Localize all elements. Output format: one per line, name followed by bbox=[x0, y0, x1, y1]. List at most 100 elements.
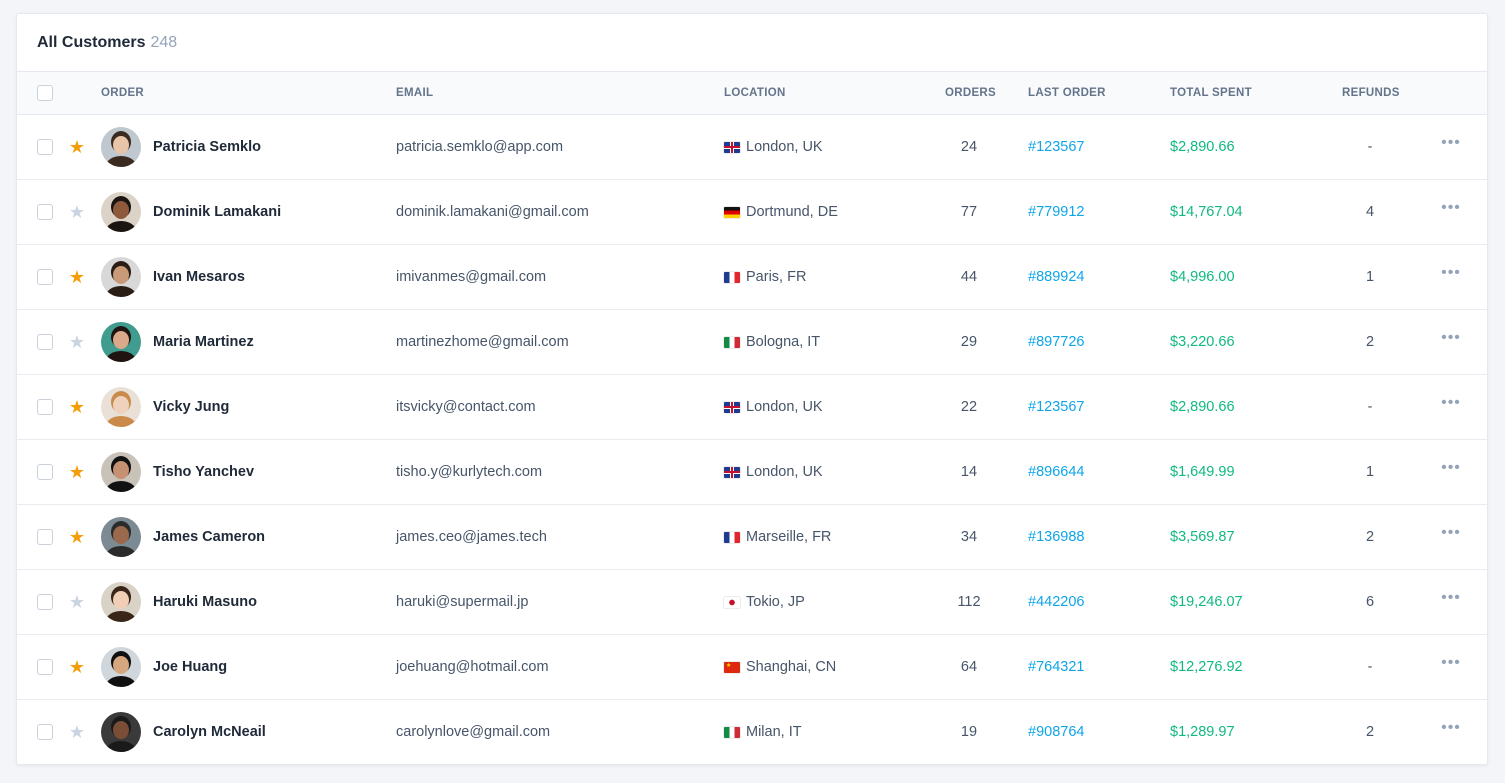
star-icon[interactable]: ★ bbox=[68, 700, 86, 764]
orders-count: 22 bbox=[960, 399, 978, 415]
last-order-link[interactable]: #123567 bbox=[1028, 115, 1084, 179]
customer-email: dominik.lamakani@gmail.com bbox=[396, 204, 589, 220]
table-row[interactable]: ★ Tisho Yanchev tisho.y@kurlytech.com Lo… bbox=[17, 440, 1487, 505]
customer-email: patricia.semklo@app.com bbox=[396, 139, 564, 155]
star-icon[interactable]: ★ bbox=[68, 180, 86, 244]
select-all-checkbox[interactable] bbox=[37, 85, 53, 101]
flag-icon bbox=[724, 401, 740, 413]
row-checkbox[interactable] bbox=[37, 659, 53, 675]
customer-location: Tokio, JP bbox=[724, 570, 805, 634]
customer-location: London, UK bbox=[724, 375, 823, 439]
flag-icon bbox=[724, 726, 740, 738]
avatar bbox=[101, 322, 141, 362]
table-row[interactable]: ★ James Cameron james.ceo@james.tech Mar… bbox=[17, 505, 1487, 570]
customer-name[interactable]: Vicky Jung bbox=[153, 375, 229, 439]
table-row[interactable]: ★ Patricia Semklo patricia.semklo@app.co… bbox=[17, 115, 1487, 180]
page-title: All Customers bbox=[37, 33, 146, 51]
row-checkbox[interactable] bbox=[37, 529, 53, 545]
table-row[interactable]: ★ Joe Huang joehuang@hotmail.com ★ Shang… bbox=[17, 635, 1487, 700]
flag-icon bbox=[724, 336, 740, 348]
row-checkbox[interactable] bbox=[37, 594, 53, 610]
orders-count: 24 bbox=[960, 139, 978, 155]
more-actions-icon[interactable]: ••• bbox=[1441, 306, 1461, 370]
column-header-total-spent[interactable]: TOTAL SPENT bbox=[1170, 72, 1252, 114]
customer-name[interactable]: Carolyn McNeail bbox=[153, 700, 266, 764]
customer-email: haruki@supermail.jp bbox=[396, 594, 529, 610]
location-text: Marseille, FR bbox=[746, 529, 832, 545]
customer-name[interactable]: Ivan Mesaros bbox=[153, 245, 245, 309]
table-row[interactable]: ★ Ivan Mesaros imivanmes@gmail.com Paris… bbox=[17, 245, 1487, 310]
column-header-last-order[interactable]: LAST ORDER bbox=[1028, 72, 1106, 114]
orders-count: 14 bbox=[960, 464, 978, 480]
star-icon[interactable]: ★ bbox=[68, 505, 86, 569]
refunds-count: 2 bbox=[1365, 724, 1375, 740]
more-actions-icon[interactable]: ••• bbox=[1441, 501, 1461, 565]
last-order-link[interactable]: #897726 bbox=[1028, 310, 1084, 374]
last-order-link[interactable]: #908764 bbox=[1028, 700, 1084, 764]
column-header-refunds[interactable]: REFUNDS bbox=[1342, 72, 1400, 114]
location-text: Paris, FR bbox=[746, 269, 807, 285]
table-row[interactable]: ★ Vicky Jung itsvicky@contact.com London… bbox=[17, 375, 1487, 440]
row-checkbox[interactable] bbox=[37, 139, 53, 155]
table-row[interactable]: ★ Dominik Lamakani dominik.lamakani@gmai… bbox=[17, 180, 1487, 245]
table-row[interactable]: ★ Maria Martinez martinezhome@gmail.com … bbox=[17, 310, 1487, 375]
star-icon[interactable]: ★ bbox=[68, 375, 86, 439]
last-order-link[interactable]: #896644 bbox=[1028, 440, 1084, 504]
last-order-link[interactable]: #442206 bbox=[1028, 570, 1084, 634]
row-checkbox[interactable] bbox=[37, 399, 53, 415]
orders-count: 112 bbox=[957, 594, 981, 610]
customer-name[interactable]: Dominik Lamakani bbox=[153, 180, 281, 244]
star-icon[interactable]: ★ bbox=[68, 635, 86, 699]
column-header-location[interactable]: LOCATION bbox=[724, 72, 786, 114]
location-text: London, UK bbox=[746, 139, 823, 155]
orders-count: 34 bbox=[960, 529, 978, 545]
customer-name[interactable]: Haruki Masuno bbox=[153, 570, 257, 634]
customer-count: 248 bbox=[150, 33, 178, 51]
more-actions-icon[interactable]: ••• bbox=[1441, 696, 1461, 760]
star-icon[interactable]: ★ bbox=[68, 115, 86, 179]
more-actions-icon[interactable]: ••• bbox=[1441, 111, 1461, 175]
last-order-link[interactable]: #889924 bbox=[1028, 245, 1084, 309]
orders-count: 44 bbox=[960, 269, 978, 285]
more-actions-icon[interactable]: ••• bbox=[1441, 176, 1461, 240]
customer-name[interactable]: Patricia Semklo bbox=[153, 115, 261, 179]
customer-email: james.ceo@james.tech bbox=[396, 529, 547, 545]
table-row[interactable]: ★ Haruki Masuno haruki@supermail.jp Toki… bbox=[17, 570, 1487, 635]
more-actions-icon[interactable]: ••• bbox=[1441, 566, 1461, 630]
customer-name[interactable]: Tisho Yanchev bbox=[153, 440, 254, 504]
customer-name[interactable]: Joe Huang bbox=[153, 635, 227, 699]
star-icon[interactable]: ★ bbox=[68, 440, 86, 504]
refunds-count: 2 bbox=[1365, 529, 1375, 545]
more-actions-icon[interactable]: ••• bbox=[1441, 241, 1461, 305]
card-header: All Customers 248 bbox=[17, 14, 1487, 72]
customer-name[interactable]: James Cameron bbox=[153, 505, 265, 569]
row-checkbox[interactable] bbox=[37, 464, 53, 480]
more-actions-icon[interactable]: ••• bbox=[1441, 631, 1461, 695]
refunds-count: 1 bbox=[1365, 464, 1375, 480]
customer-location: Marseille, FR bbox=[724, 505, 831, 569]
total-spent: $3,569.87 bbox=[1170, 529, 1235, 545]
customer-name[interactable]: Maria Martinez bbox=[153, 310, 254, 374]
row-checkbox[interactable] bbox=[37, 269, 53, 285]
row-checkbox[interactable] bbox=[37, 334, 53, 350]
last-order-link[interactable]: #136988 bbox=[1028, 505, 1084, 569]
more-actions-icon[interactable]: ••• bbox=[1441, 371, 1461, 435]
column-header-orders[interactable]: ORDERS bbox=[945, 72, 996, 114]
refunds-count: 1 bbox=[1365, 269, 1375, 285]
orders-count: 64 bbox=[960, 659, 978, 675]
more-actions-icon[interactable]: ••• bbox=[1441, 436, 1461, 500]
star-icon[interactable]: ★ bbox=[68, 570, 86, 634]
star-icon[interactable]: ★ bbox=[68, 245, 86, 309]
star-icon[interactable]: ★ bbox=[68, 310, 86, 374]
last-order-link[interactable]: #123567 bbox=[1028, 375, 1084, 439]
row-checkbox[interactable] bbox=[37, 724, 53, 740]
last-order-link[interactable]: #764321 bbox=[1028, 635, 1084, 699]
table-row[interactable]: ★ Carolyn McNeail carolynlove@gmail.com … bbox=[17, 700, 1487, 764]
row-checkbox[interactable] bbox=[37, 204, 53, 220]
column-header-order[interactable]: ORDER bbox=[101, 72, 144, 114]
customer-email: martinezhome@gmail.com bbox=[396, 334, 569, 350]
column-header-email[interactable]: EMAIL bbox=[396, 72, 433, 114]
last-order-link[interactable]: #779912 bbox=[1028, 180, 1084, 244]
avatar bbox=[101, 647, 141, 687]
total-spent: $14,767.04 bbox=[1170, 204, 1243, 220]
